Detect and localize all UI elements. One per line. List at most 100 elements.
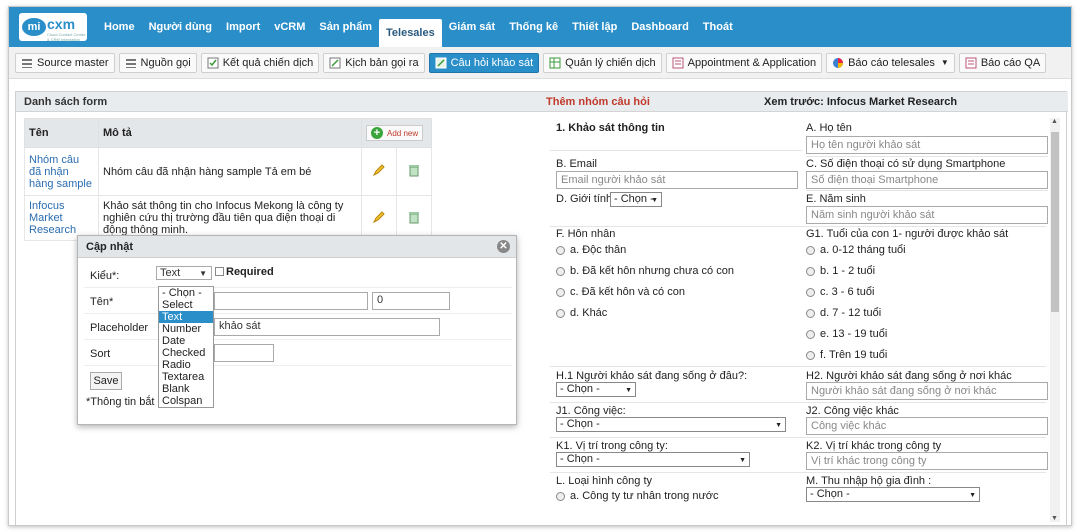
tab-label: Báo cáo telesales — [848, 56, 935, 69]
position-select[interactable]: - Chọn - ▼ — [556, 452, 750, 467]
nav-settings[interactable]: Thiết lập — [565, 7, 624, 47]
other-residence-input[interactable]: Người khảo sát đang sống ở nơi khác — [806, 382, 1048, 400]
dropdown-option[interactable]: Textarea — [159, 371, 213, 383]
add-new-button[interactable]: + Add new — [366, 125, 424, 141]
dropdown-option[interactable]: Date — [159, 335, 213, 347]
child-age-radio[interactable]: b. 1 - 2 tuổi — [806, 265, 875, 277]
nav-statistics[interactable]: Thống kê — [502, 7, 565, 47]
radio-icon[interactable] — [806, 287, 815, 297]
radio-icon[interactable] — [806, 308, 815, 318]
edit-icon[interactable] — [372, 163, 386, 177]
phone-input[interactable]: Số điện thoại Smartphone — [806, 171, 1048, 189]
fullname-input[interactable]: Họ tên người khảo sát — [806, 136, 1048, 154]
placeholder-input[interactable]: khảo sát — [214, 318, 440, 336]
edit-icon[interactable] — [372, 210, 386, 224]
save-button[interactable]: Save — [90, 372, 122, 390]
radio-icon[interactable] — [556, 308, 565, 318]
sort-input[interactable] — [214, 344, 274, 362]
question-h2-label: H2. Người khảo sát đang sống ở nơi khác — [806, 370, 1012, 382]
nav-dashboard[interactable]: Dashboard — [624, 7, 695, 47]
radio-icon[interactable] — [556, 491, 565, 501]
radio-icon[interactable] — [556, 245, 565, 255]
residence-select[interactable]: - Chọn - ▼ — [556, 382, 636, 397]
child-age-radio[interactable]: f. Trên 19 tuổi — [806, 349, 887, 361]
nav-import[interactable]: Import — [219, 7, 267, 47]
child-age-radio[interactable]: d. 7 - 12 tuổi — [806, 307, 881, 319]
chevron-down-icon[interactable]: ▼ — [941, 58, 949, 67]
dropdown-option[interactable]: Number — [159, 323, 213, 335]
radio-icon[interactable] — [806, 245, 815, 255]
child-age-radio[interactable]: e. 13 - 19 tuổi — [806, 328, 887, 340]
name-input[interactable] — [214, 292, 368, 310]
other-job-input[interactable]: Công việc khác — [806, 417, 1048, 435]
tab-qa-report[interactable]: Báo cáo QA — [958, 52, 1047, 73]
radio-icon[interactable] — [556, 287, 565, 297]
script-icon — [329, 57, 341, 68]
marital-radio-single[interactable]: a. Độc thân — [556, 244, 626, 256]
email-input[interactable]: Email người khảo sát — [556, 171, 798, 189]
job-select[interactable]: - Chọn - ▼ — [556, 417, 786, 432]
tab-telesales-report[interactable]: Báo cáo telesales ▼ — [826, 52, 955, 73]
tab-appointment[interactable]: Appointment & Application — [665, 52, 823, 73]
dropdown-option[interactable]: Select — [159, 299, 213, 311]
dropdown-option-selected[interactable]: Text — [159, 311, 213, 323]
radio-icon[interactable] — [806, 266, 815, 276]
question-m-label: M. Thu nhập hộ gia đình : — [806, 475, 932, 487]
child-age-radio[interactable]: c. 3 - 6 tuổi — [806, 286, 874, 298]
type-select-value: Text — [160, 267, 181, 279]
dropdown-option[interactable]: Radio — [159, 359, 213, 371]
income-select[interactable]: - Chọn - ▼ — [806, 487, 980, 502]
nav-monitor[interactable]: Giám sát — [442, 7, 502, 47]
chevron-down-icon: ▼ — [625, 387, 632, 394]
trash-icon[interactable] — [407, 210, 421, 224]
tab-source-master[interactable]: Source master — [15, 52, 115, 73]
radio-icon[interactable] — [806, 329, 815, 339]
tab-survey-questions[interactable]: Câu hỏi khảo sát — [428, 52, 540, 73]
name-input-secondary[interactable]: 0 — [372, 292, 450, 310]
birth-year-input[interactable]: Năm sinh người khảo sát — [806, 206, 1048, 224]
form-description: Nhóm câu đã nhận hàng sample Tả em bé — [98, 147, 362, 196]
dropdown-option[interactable]: Colspan — [159, 395, 213, 407]
logo[interactable]: mi cxm Cloud Contact Center & CRM Integr… — [19, 13, 87, 42]
close-icon[interactable]: ✕ — [497, 240, 510, 253]
preview-scrollbar[interactable]: ▲ ▼ — [1050, 118, 1060, 522]
scroll-up-icon[interactable]: ▲ — [1051, 118, 1058, 125]
radio-icon[interactable] — [556, 266, 565, 276]
required-label: Required — [226, 266, 274, 278]
question-j2-label: J2. Công việc khác — [806, 405, 899, 417]
radio-icon[interactable] — [806, 350, 815, 360]
tab-campaign-management[interactable]: Quản lý chiến dịch — [543, 52, 662, 73]
chevron-down-icon: ▼ — [775, 422, 782, 429]
form-name-link[interactable]: Infocus Market Research — [24, 195, 99, 241]
dropdown-option[interactable]: - Chọn - — [159, 287, 213, 299]
scrollbar-thumb[interactable] — [1051, 132, 1059, 312]
form-name-link[interactable]: Nhóm câu đã nhận hàng sample — [24, 147, 99, 196]
radio-label: c. 3 - 6 tuổi — [820, 286, 875, 298]
gender-select[interactable]: - Chọn - ▼ — [610, 192, 662, 207]
nav-users[interactable]: Người dùng — [142, 7, 219, 47]
list-icon — [125, 58, 136, 68]
type-select[interactable]: Text ▼ — [156, 266, 212, 280]
select-value: - Chọn - — [560, 453, 600, 465]
other-position-input[interactable]: Vị trí khác trong công ty — [806, 452, 1048, 470]
child-age-radio[interactable]: a. 0-12 tháng tuổi — [806, 244, 906, 256]
required-checkbox[interactable] — [215, 267, 224, 276]
dropdown-option[interactable]: Checked — [159, 347, 213, 359]
nav-telesales[interactable]: Telesales — [379, 19, 442, 47]
marital-radio-married-no-child[interactable]: b. Đã kết hôn nhưng chưa có con — [556, 265, 734, 277]
nav-home[interactable]: Home — [97, 7, 142, 47]
radio-label: d. Khác — [570, 307, 608, 319]
tab-call-source[interactable]: Nguồn gọi — [118, 52, 197, 73]
company-type-radio[interactable]: a. Công ty tư nhân trong nước — [556, 490, 719, 502]
nav-products[interactable]: Sản phẩm — [312, 7, 379, 47]
tab-outbound-script[interactable]: Kịch bản gọi ra — [323, 52, 425, 73]
marital-radio-other[interactable]: d. Khác — [556, 307, 607, 319]
nav-vcrm[interactable]: vCRM — [267, 7, 312, 47]
marital-radio-married-child[interactable]: c. Đã kết hôn và có con — [556, 286, 685, 298]
dropdown-option[interactable]: Blank — [159, 383, 213, 395]
nav-logout[interactable]: Thoát — [696, 7, 740, 47]
add-question-group-link[interactable]: Thêm nhóm câu hỏi — [546, 96, 650, 108]
tab-campaign-results[interactable]: Kết quả chiến dịch — [200, 52, 320, 73]
scroll-down-icon[interactable]: ▼ — [1051, 515, 1058, 522]
trash-icon[interactable] — [407, 163, 421, 177]
